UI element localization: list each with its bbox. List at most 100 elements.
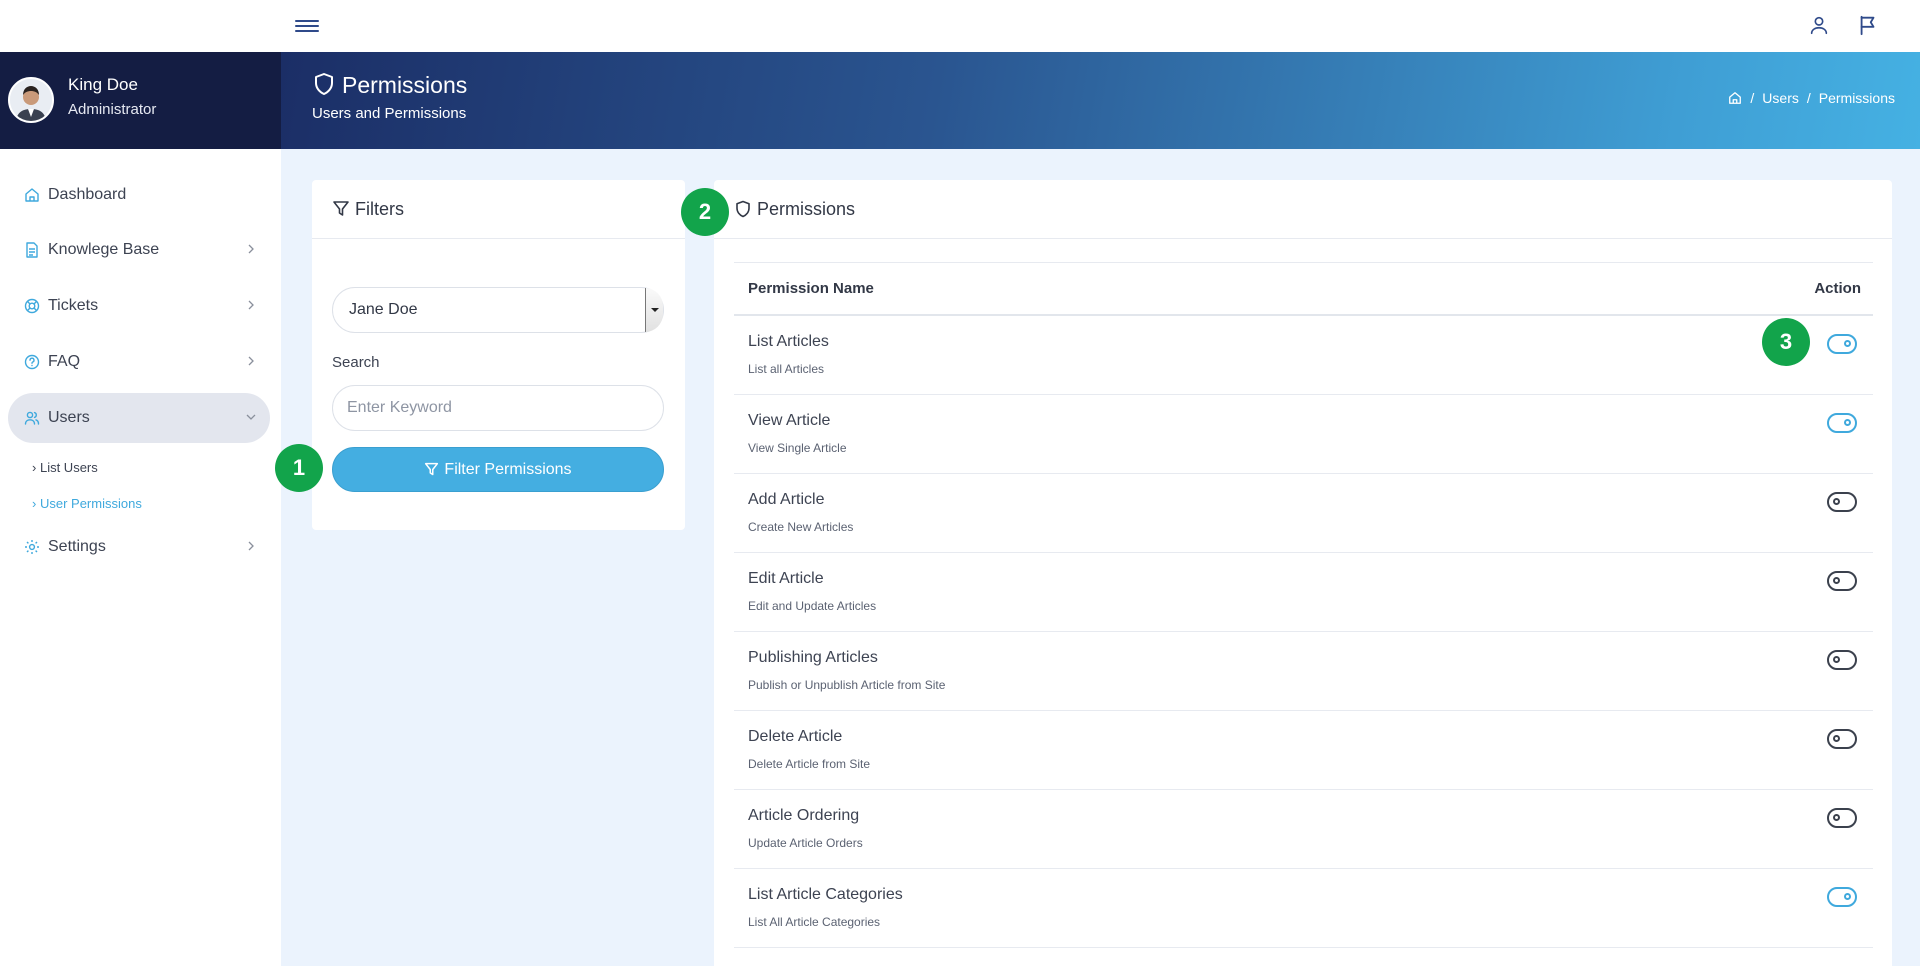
filters-title: Filters (355, 199, 404, 219)
sidebar: Dashboard Knowlege Base Tickets FAQ User… (0, 149, 281, 966)
filter-permissions-button[interactable]: Filter Permissions (332, 447, 664, 492)
table-row: List Article Categories List All Article… (734, 869, 1873, 948)
user-profile-block: King Doe Administrator (0, 52, 281, 149)
filters-card: Filters Jane Doe Search Filter Permissio… (312, 180, 685, 530)
table-row: Delete Article Delete Article from Site (734, 711, 1873, 790)
filter-icon (333, 201, 349, 216)
permissions-card: Permissions Permission Name Action List … (714, 180, 1892, 966)
sidebar-item-users[interactable]: Users (8, 393, 270, 443)
permission-description: Edit and Update Articles (748, 599, 877, 613)
sidebar-subitem-label: User Permissions (39, 496, 142, 511)
breadcrumb: / Users / Permissions (1728, 90, 1895, 106)
column-header-permission-name: Permission Name (748, 280, 874, 297)
permissions-card-header: Permissions (714, 180, 1892, 239)
permission-description: View Single Article (748, 441, 847, 455)
user-role: Administrator (68, 101, 157, 118)
avatar[interactable] (8, 77, 54, 123)
user-icon[interactable] (1808, 14, 1830, 36)
permission-toggle[interactable] (1827, 334, 1857, 354)
permission-toggle[interactable] (1827, 571, 1857, 591)
toggle-knob (1833, 735, 1840, 742)
toggle-knob (1833, 498, 1840, 505)
user-select-value: Jane Doe (349, 301, 418, 318)
permissions-title: Permissions (757, 199, 856, 219)
breadcrumb-permissions: Permissions (1818, 90, 1895, 106)
permission-toggle[interactable] (1827, 492, 1857, 512)
chevron-right-icon: › (32, 496, 37, 511)
column-header-action: Action (1814, 280, 1861, 297)
permission-toggle[interactable] (1827, 650, 1857, 670)
table-row: Article Ordering Update Article Orders (734, 790, 1873, 869)
chevron-down-icon (246, 414, 256, 420)
chevron-right-icon (248, 244, 254, 254)
content-area: Filters Jane Doe Search Filter Permissio… (281, 149, 1920, 966)
filter-permissions-label: Filter Permissions (444, 460, 572, 478)
sidebar-item-dashboard[interactable]: Dashboard (8, 170, 270, 220)
permission-name: List Article Categories (748, 886, 903, 903)
permission-name: List Articles (748, 333, 829, 350)
sidebar-item-tickets[interactable]: Tickets (8, 281, 270, 331)
table-row: View Article View Single Article (734, 395, 1873, 474)
toggle-knob (1844, 340, 1851, 347)
help-circle-icon (24, 354, 40, 370)
toggle-knob (1833, 656, 1840, 663)
permission-name: View Article (748, 412, 831, 429)
home-icon[interactable] (1728, 91, 1742, 105)
permissions-table: Permission Name Action List Articles Lis… (734, 262, 1873, 948)
sidebar-item-knowledge-base[interactable]: Knowlege Base (8, 225, 270, 275)
chevron-right-icon: › (32, 460, 37, 475)
table-row: Edit Article Edit and Update Articles (734, 553, 1873, 632)
shield-icon (736, 200, 750, 218)
user-select[interactable]: Jane Doe (332, 287, 664, 333)
table-row: Publishing Articles Publish or Unpublish… (734, 632, 1873, 711)
permission-name: Article Ordering (748, 807, 860, 824)
breadcrumb-separator: / (1750, 90, 1755, 106)
toggle-knob (1844, 419, 1851, 426)
permission-description: Delete Article from Site (748, 757, 871, 771)
permission-description: Publish or Unpublish Article from Site (748, 678, 946, 692)
filters-card-header: Filters (312, 180, 685, 239)
home-icon (25, 188, 39, 202)
step-marker-1: 1 (275, 444, 323, 492)
permission-description: List all Articles (748, 362, 825, 376)
permission-toggle[interactable] (1827, 413, 1857, 433)
permission-toggle[interactable] (1827, 729, 1857, 749)
table-row: List Articles List all Articles (734, 316, 1873, 395)
user-name: King Doe (68, 75, 138, 94)
toggle-knob (1833, 577, 1840, 584)
breadcrumb-users[interactable]: Users (1762, 90, 1799, 106)
chevron-right-icon (248, 356, 254, 366)
sidebar-subitem-user-permissions[interactable]: › User Permissions (32, 496, 142, 511)
page-title: Permissions (342, 72, 468, 98)
lifebuoy-icon (24, 298, 40, 314)
sidebar-item-label: Dashboard (48, 186, 127, 203)
shield-icon (315, 73, 333, 95)
sidebar-item-faq[interactable]: FAQ (8, 337, 270, 387)
permission-description: Update Article Orders (748, 836, 863, 850)
sidebar-item-label: Tickets (48, 297, 99, 314)
permission-toggle[interactable] (1827, 887, 1857, 907)
avatar-image-icon (10, 79, 52, 121)
document-icon (26, 242, 38, 258)
sidebar-item-label: Users (48, 409, 90, 426)
sidebar-item-settings[interactable]: Settings (8, 522, 270, 572)
gear-icon (25, 540, 39, 554)
breadcrumb-separator: / (1806, 90, 1811, 106)
hamburger-icon[interactable] (295, 17, 319, 35)
toggle-knob (1833, 814, 1840, 821)
search-input[interactable] (332, 385, 664, 431)
permission-name: Delete Article (748, 728, 843, 745)
sidebar-subitem-list-users[interactable]: › List Users (32, 460, 98, 475)
permission-toggle[interactable] (1827, 808, 1857, 828)
search-label: Search (332, 354, 380, 371)
step-marker-2: 2 (681, 188, 729, 236)
permission-description: Create New Articles (748, 520, 854, 534)
toggle-knob (1844, 893, 1851, 900)
sidebar-subitem-label: List Users (39, 460, 98, 475)
chevron-right-icon (248, 300, 254, 310)
flag-icon[interactable] (1857, 14, 1879, 36)
dropdown-arrow-icon[interactable] (645, 288, 663, 332)
permission-description: List All Article Categories (748, 915, 881, 929)
page-header: Permissions Users and Permissions / User… (281, 52, 1920, 149)
chevron-right-icon (248, 541, 254, 551)
